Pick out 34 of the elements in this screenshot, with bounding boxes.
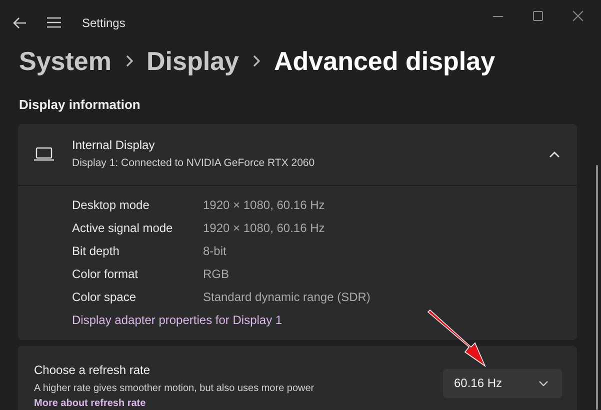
- property-value: 1920 × 1080, 60.16 Hz: [203, 197, 325, 214]
- section-title: Display information: [18, 96, 140, 114]
- maximize-icon: [533, 11, 543, 21]
- display-subtitle: Display 1: Connected to NVIDIA GeForce RTX 2060: [72, 156, 315, 172]
- menu-icon: [47, 17, 61, 28]
- display-name: Internal Display: [72, 137, 156, 154]
- property-label: Bit depth: [72, 243, 120, 260]
- property-label: Active signal mode: [72, 220, 174, 237]
- adapter-properties-link[interactable]: Display adapter properties for Display 1: [72, 311, 282, 329]
- breadcrumb-link[interactable]: System: [19, 42, 112, 80]
- property-label: Color space: [72, 289, 138, 306]
- chevron-up-icon: [549, 150, 560, 158]
- display-card-header[interactable]: Internal Display Display 1: Connected to NVIDIA GeForce RTX 2060: [18, 124, 577, 186]
- laptop-icon: [34, 147, 54, 161]
- property-value: Standard dynamic range (SDR): [203, 289, 370, 306]
- window-title: Settings: [82, 14, 126, 32]
- refresh-rate-link[interactable]: More about refresh rate: [34, 396, 146, 410]
- pointer-arrow: [425, 309, 489, 369]
- back-icon: [13, 16, 27, 28]
- property-label: Desktop mode: [72, 197, 150, 214]
- close-icon: [573, 11, 583, 21]
- property-value: 1920 × 1080, 60.16 Hz: [203, 220, 325, 237]
- page-title: Advanced display: [274, 44, 496, 78]
- scrollbar[interactable]: [596, 165, 598, 410]
- refresh-rate-description: A higher rate gives smoother motion, but also uses more power: [34, 382, 314, 396]
- refresh-rate-title: Choose a refresh rate: [34, 362, 152, 378]
- chevron-down-icon: [539, 380, 548, 386]
- refresh-rate-dropdown[interactable]: 60.16 Hz: [443, 368, 562, 398]
- chevron-right-icon: [126, 55, 132, 67]
- property-value: RGB: [203, 266, 230, 283]
- breadcrumb-link[interactable]: Display: [146, 42, 239, 80]
- property-label: Color format: [72, 266, 140, 283]
- chevron-right-icon: [253, 55, 260, 67]
- property-value: 8-bit: [203, 243, 226, 260]
